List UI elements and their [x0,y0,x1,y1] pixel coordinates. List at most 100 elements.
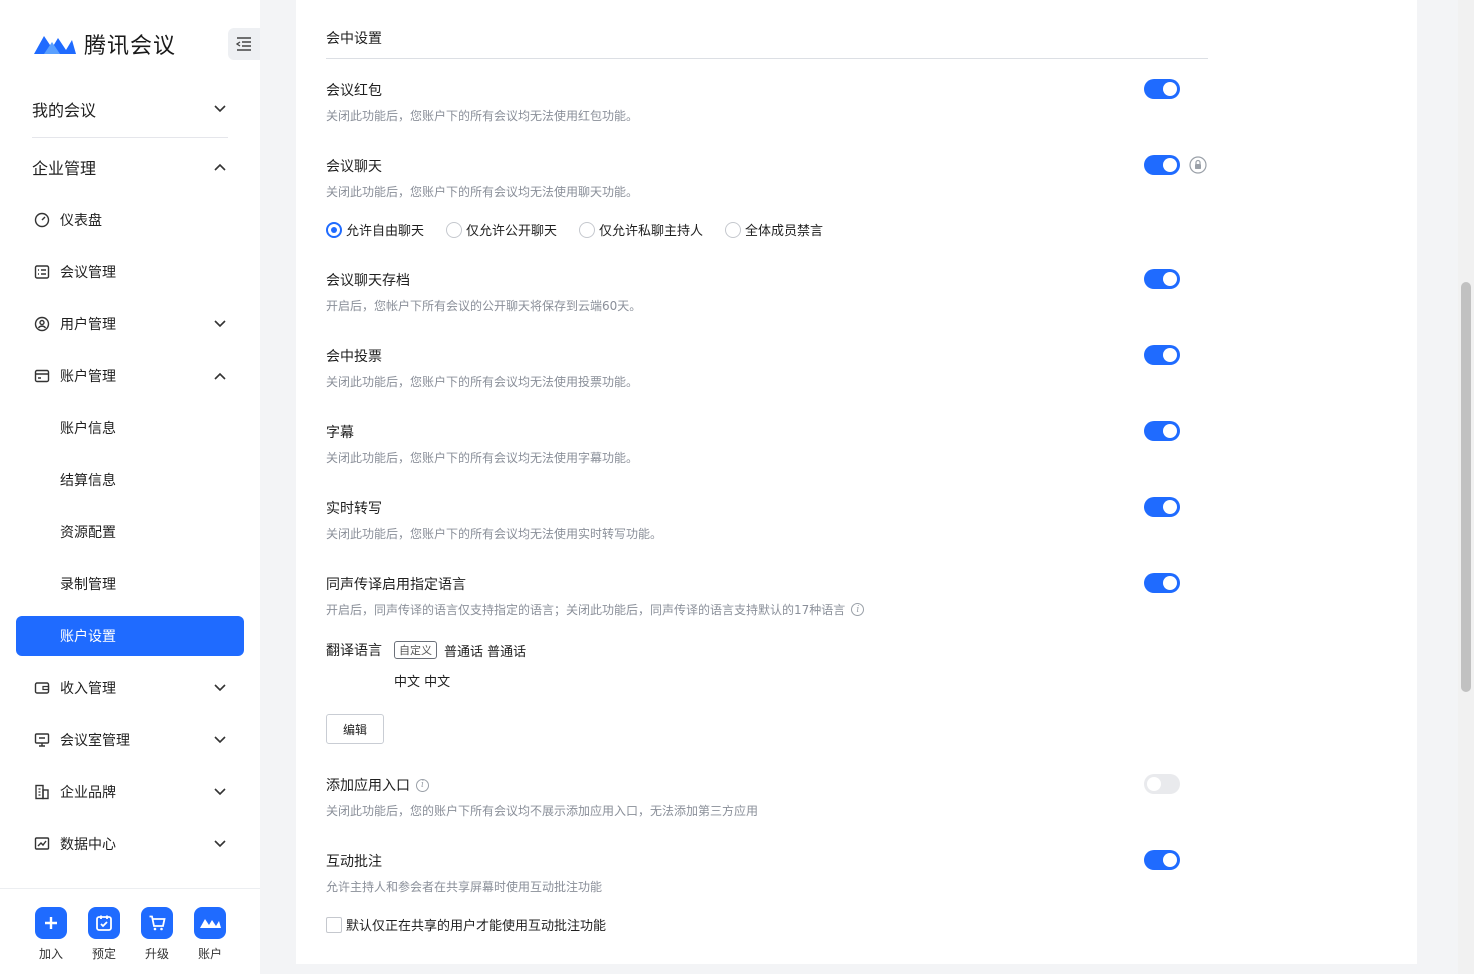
sidebar-item-label: 仪表盘 [60,213,102,229]
radio-label: 全体成员禁言 [745,224,824,239]
menu-collapse-icon [236,37,251,51]
lock-icon[interactable] [1189,156,1207,174]
tencent-meeting-logo-icon [32,32,76,56]
setting-desc: 开启后，同声传译的语言仅支持指定的语言；关闭此功能后，同声传译的语言支持默认的1… [326,603,846,617]
setting-desc: 关闭此功能后，您账户下的所有会议均无法使用字幕功能。 [326,451,639,465]
chevron-down-icon [212,101,228,117]
nav-enterprise-management-label: 企业管理 [32,159,97,178]
transcription-toggle[interactable] [1144,497,1180,517]
radio-free-chat[interactable]: 允许自由聊天 [326,220,424,239]
sidebar-item-dashboard[interactable]: 仪表盘 [32,208,228,232]
upgrade-label: 升级 [144,947,169,961]
radio-dot [725,221,742,238]
nav-my-meetings-label: 我的会议 [32,101,97,120]
radio-label: 仅允许私聊主持人 [599,224,704,239]
subtitles-toggle[interactable] [1144,421,1180,441]
radio-dot [446,221,463,238]
chevron-down-icon [212,784,228,800]
radio-label: 允许自由聊天 [346,224,425,239]
setting-desc: 关闭此功能后，您账户下的所有会议均无法使用聊天功能。 [326,185,639,199]
join-button[interactable]: 加入 [34,907,68,962]
chevron-up-icon [212,368,228,384]
setting-desc: 关闭此功能后，您的账户下所有会议均不展示添加应用入口，无法添加第三方应用 [326,804,759,818]
sidebar-item-label: 收入管理 [60,681,116,697]
building-icon [32,782,52,802]
scrollbar-thumb[interactable] [1461,282,1471,692]
translation-language-line2: 中文 中文 [394,675,451,690]
chat-toggle[interactable] [1144,155,1180,175]
sidebar: 腾讯会议 我的会议 企业管理 仪表盘 会议管理 用户管理 账户管理 账户信息 结… [0,0,260,974]
setting-title: 同声传译启用指定语言 [326,577,466,593]
account-button[interactable]: 账户 [193,907,227,962]
sidebar-sub-resource-config[interactable]: 资源配置 [60,520,116,544]
collapse-sidebar-button[interactable] [228,28,260,60]
sidebar-item-user-management[interactable]: 用户管理 [32,312,228,336]
radio-private-host-only[interactable]: 仅允许私聊主持人 [579,220,703,239]
chevron-down-icon [212,680,228,696]
section-divider [326,58,1208,59]
translation-language-line1: 普通话 普通话 [444,645,527,660]
bottom-action-bar: 加入 预定 升级 账户 [0,888,260,974]
chat-archive-toggle[interactable] [1144,269,1180,289]
dashboard-icon [32,210,52,230]
annotation-checkbox-row[interactable]: 默认仅正在共享的用户才能使用互动批注功能 [326,915,606,934]
chevron-up-icon [212,159,228,175]
sidebar-sub-account-info[interactable]: 账户信息 [60,416,116,440]
sidebar-sub-account-settings[interactable]: 账户设置 [16,616,244,656]
setting-title: 添加应用入口 [326,778,410,794]
room-icon [32,730,52,750]
info-icon[interactable]: i [416,778,429,792]
calendar-icon [88,907,120,939]
setting-title: 会中投票 [326,349,382,365]
interpretation-desc: 开启后，同声传译的语言仅支持指定的语言；关闭此功能后，同声传译的语言支持默认的1… [326,601,865,618]
info-icon[interactable]: i [851,603,865,616]
sidebar-item-room-management[interactable]: 会议室管理 [32,728,228,752]
sidebar-item-label: 账户管理 [60,369,116,385]
join-label: 加入 [38,947,63,961]
sidebar-sub-billing-info[interactable]: 结算信息 [60,468,116,492]
nav-enterprise-management[interactable]: 企业管理 [32,155,228,179]
sidebar-item-meeting-management[interactable]: 会议管理 [32,260,228,284]
logo-text: 腾讯会议 [84,34,177,59]
edit-button[interactable]: 编辑 [326,714,384,744]
nav-my-meetings[interactable]: 我的会议 [32,97,228,121]
sidebar-divider [32,137,228,138]
radio-mute-all[interactable]: 全体成员禁言 [725,220,823,239]
red-packet-toggle[interactable] [1144,79,1180,99]
chat-permission-group: 允许自由聊天 仅允许公开聊天 仅允许私聊主持人 全体成员禁言 [326,220,845,239]
sidebar-item-account-management[interactable]: 账户管理 [32,364,228,388]
cart-icon [141,907,173,939]
radio-public-only[interactable]: 仅允许公开聊天 [446,220,557,239]
sidebar-item-enterprise-brand[interactable]: 企业品牌 [32,780,228,804]
plus-icon [35,907,67,939]
setting-desc: 关闭此功能后，您账户下的所有会议均无法使用实时转写功能。 [326,527,663,541]
logo: 腾讯会议 [32,28,176,60]
chevron-down-icon [212,316,228,332]
upgrade-button[interactable]: 升级 [140,907,174,962]
setting-desc: 关闭此功能后，您账户下的所有会议均无法使用投票功能。 [326,375,639,389]
tencent-meeting-icon [194,907,226,939]
card-icon [32,366,52,386]
chevron-down-icon [212,732,228,748]
annotation-toggle[interactable] [1144,850,1180,870]
radio-label: 仅允许公开聊天 [466,224,558,239]
sidebar-item-label: 会议管理 [60,265,116,281]
sidebar-sub-recording-management[interactable]: 录制管理 [60,572,116,596]
sidebar-item-data-center[interactable]: 数据中心 [32,832,228,856]
sidebar-active-label: 账户设置 [60,629,116,645]
scrollbar[interactable] [1458,0,1474,974]
annotation-checkbox[interactable] [326,916,342,933]
sidebar-item-revenue-management[interactable]: 收入管理 [32,676,228,700]
voting-toggle[interactable] [1144,345,1180,365]
user-icon [32,314,52,334]
schedule-label: 预定 [91,947,116,961]
schedule-button[interactable]: 预定 [87,907,121,962]
setting-title: 实时转写 [326,501,382,517]
app-entry-title-row: 添加应用入口 i [326,775,429,795]
setting-title: 会议聊天存档 [326,273,410,289]
app-entry-toggle[interactable] [1144,774,1180,794]
setting-title: 会议聊天 [326,159,382,175]
settings-card: 会中设置 会议红包 关闭此功能后，您账户下的所有会议均无法使用红包功能。 会议聊… [296,0,1417,964]
setting-title: 互动批注 [326,854,382,870]
interpretation-toggle[interactable] [1144,573,1180,593]
